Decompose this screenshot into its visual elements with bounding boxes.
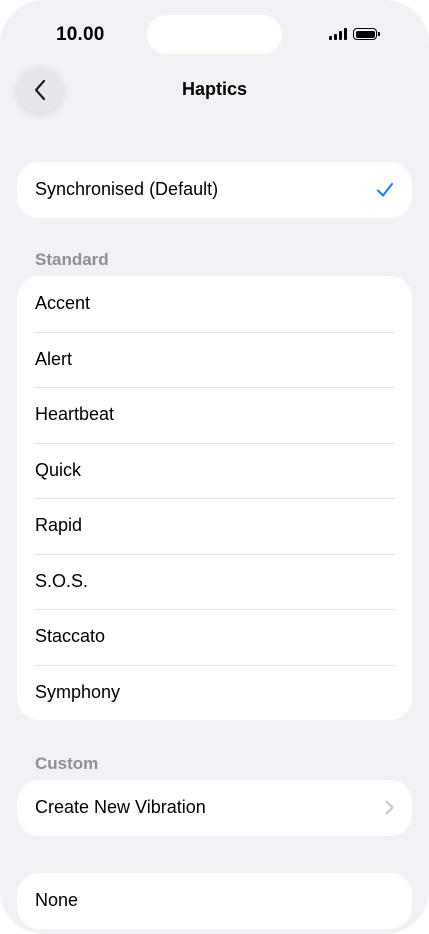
option-label: Synchronised (Default) xyxy=(35,179,219,200)
phone-screen: 10.00 Haptics Synchronised (Default) Sta… xyxy=(0,0,429,934)
option-label: Heartbeat xyxy=(35,404,115,425)
haptic-option-rapid[interactable]: Rapid xyxy=(17,498,412,554)
option-label: Staccato xyxy=(35,626,106,647)
option-label: Accent xyxy=(35,293,91,314)
chevron-right-icon xyxy=(385,800,394,815)
option-label: Symphony xyxy=(35,681,121,702)
option-label: Create New Vibration xyxy=(35,797,206,818)
section-header-custom: Custom xyxy=(35,754,99,773)
default-group: Synchronised (Default) xyxy=(17,162,412,218)
standard-group: Accent Alert Heartbeat Quick Rapid S.O.S… xyxy=(17,276,412,720)
haptic-option-sos[interactable]: S.O.S. xyxy=(17,553,412,610)
option-label: Quick xyxy=(35,459,82,480)
option-label: Rapid xyxy=(35,515,83,536)
status-bar: 10.00 xyxy=(0,0,429,70)
haptic-option-heartbeat[interactable]: Heartbeat xyxy=(17,387,412,443)
custom-group: Create New Vibration xyxy=(17,780,412,836)
status-time: 10.00 xyxy=(56,24,105,45)
haptic-option-none[interactable]: None xyxy=(17,873,412,929)
haptic-option-staccato[interactable]: Staccato xyxy=(17,609,412,665)
option-label: S.O.S. xyxy=(35,570,89,591)
battery-icon xyxy=(353,28,380,40)
none-group: None xyxy=(17,873,412,929)
haptic-option-alert[interactable]: Alert xyxy=(17,331,412,388)
checkmark-icon xyxy=(376,182,394,198)
haptic-option-quick[interactable]: Quick xyxy=(17,442,412,499)
haptic-option-synchronised[interactable]: Synchronised (Default) xyxy=(17,162,412,218)
option-label: Alert xyxy=(35,348,73,369)
haptic-option-symphony[interactable]: Symphony xyxy=(17,664,412,721)
dynamic-island xyxy=(147,15,282,54)
status-icons xyxy=(329,28,380,40)
page-title: Haptics xyxy=(181,79,248,99)
cellular-signal-icon xyxy=(329,28,347,40)
create-new-vibration-button[interactable]: Create New Vibration xyxy=(17,780,412,836)
section-header-standard: Standard xyxy=(35,250,109,269)
haptic-option-accent[interactable]: Accent xyxy=(17,276,412,332)
option-label: None xyxy=(35,890,79,911)
